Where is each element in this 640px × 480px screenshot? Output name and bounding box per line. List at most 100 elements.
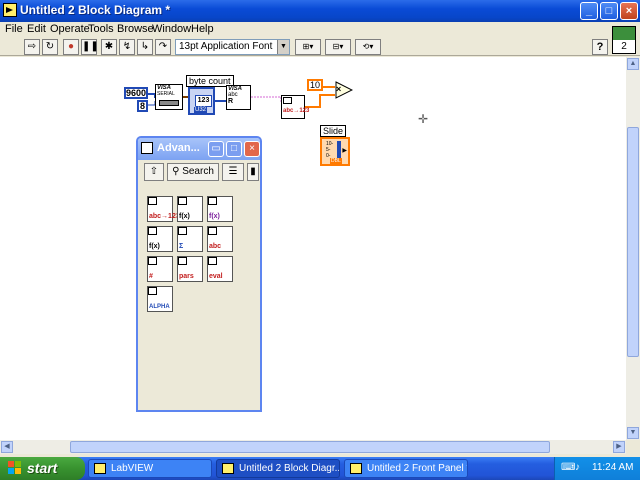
align-objects-dropdown[interactable]: ⊞▾ (295, 39, 321, 55)
vertical-scroll-thumb[interactable] (627, 127, 639, 357)
palette-options-button[interactable]: ☰ (222, 163, 244, 181)
byte-count-value: 123 (195, 95, 212, 107)
highlight-execution-icon[interactable]: ✱ (101, 39, 117, 55)
string-to-number-node[interactable]: abc→123 (281, 95, 309, 119)
start-button[interactable]: start (0, 457, 85, 480)
palette-maximize-button[interactable]: □ (226, 141, 242, 157)
databits-wire (148, 101, 156, 106)
palette-restore-button[interactable]: ▭ (208, 141, 224, 157)
run-arrow-icon[interactable]: ⇨ (24, 39, 40, 55)
path-function-icon[interactable]: f(x) (147, 226, 173, 252)
scroll-left-icon[interactable]: ◀ (1, 441, 13, 453)
number-wire (305, 94, 335, 108)
string-number-conversion-icon[interactable]: abc→123 (147, 196, 180, 222)
alpha-icon[interactable]: ALPHA (147, 286, 173, 312)
slide-ticks: 10- 5- 0- (326, 141, 334, 159)
block-diagram-canvas[interactable]: 9600 8 VISA SERIAL byte count 123 U32 VI… (0, 57, 626, 440)
menu-window[interactable]: Window (152, 23, 191, 35)
task-labview[interactable]: LabVIEW (88, 459, 212, 478)
chevron-down-icon: ▼ (277, 40, 289, 54)
byte-count-control[interactable]: 123 U32 (188, 87, 215, 115)
eval-icon[interactable]: eval (207, 256, 233, 282)
task-front-panel[interactable]: Untitled 2 Front Panel * (344, 459, 468, 478)
palette-close-button[interactable]: × (244, 141, 260, 157)
positioning-cursor-icon: ✛ (418, 112, 429, 126)
palette-title: Advan... (157, 142, 200, 154)
graph-function-icon[interactable]: f(x) (207, 196, 233, 222)
vertical-scrollbar[interactable]: ▲ ▼ (626, 57, 640, 440)
maximize-button[interactable]: □ (600, 2, 618, 20)
horizontal-scroll-thumb[interactable] (70, 441, 550, 453)
palette-title-bar[interactable]: Advan... ▭ □ × (138, 138, 260, 160)
window-title: Untitled 2 Block Diagram * (20, 3, 171, 17)
labview-window: Untitled 2 Block Diagram * _ □ × File Ed… (0, 0, 640, 457)
slide-label[interactable]: Slide (320, 125, 347, 137)
visa-configure-serial-node[interactable]: VISA SERIAL (155, 84, 183, 110)
scroll-up-icon[interactable]: ▲ (627, 58, 639, 70)
serial-label: SERIAL (157, 91, 175, 97)
scientific-function-icon[interactable]: Σ (177, 226, 203, 252)
horizontal-scrollbar[interactable]: ◀ ▶ (0, 440, 626, 454)
task-front-panel-label: Untitled 2 Front Panel * (367, 463, 468, 474)
search-icon: ⚲ (172, 166, 180, 177)
windows-flag-icon (8, 461, 22, 475)
block-diagram-task-icon (222, 463, 234, 474)
task-block-diagram[interactable]: Untitled 2 Block Diagr... (216, 459, 340, 478)
reorder-dropdown[interactable]: ⟲▾ (355, 39, 381, 55)
scroll-right-icon[interactable]: ▶ (613, 441, 625, 453)
vi-frame-icon (283, 97, 292, 104)
step-over-icon[interactable]: ↷ (155, 39, 171, 55)
palette-search-button[interactable]: ⚲ Search (167, 163, 219, 181)
font-select-value: 13pt Application Font (179, 41, 273, 52)
palette-more-button[interactable]: ▮ (247, 163, 259, 181)
formula-icon[interactable]: f(x) (177, 196, 203, 222)
palette-up-button[interactable]: ⇧ (144, 163, 164, 181)
palette-navbar: ⇧ ⚲ Search ☰ ▮ (144, 163, 262, 181)
distribute-objects-dropdown[interactable]: ⊟▾ (325, 39, 351, 55)
data-bits-constant[interactable]: 8 (137, 100, 148, 112)
menu-tools[interactable]: Tools (88, 23, 114, 35)
menu-operate[interactable]: Operate (50, 23, 90, 35)
visa-read-node[interactable]: VISA abc R (226, 85, 251, 110)
menu-file[interactable]: File (5, 23, 23, 35)
ten-constant[interactable]: 10 (307, 79, 323, 91)
context-help-button[interactable]: ? (592, 39, 608, 55)
pause-icon[interactable]: ❚❚ (81, 39, 99, 55)
toolbar: ⇨ ↻ ● ❚❚ ✱ ↯ ↳ ↷ 13pt Application Font ▼… (0, 38, 640, 56)
slide-bar (337, 141, 341, 159)
baud-wire (148, 93, 156, 98)
start-label: start (27, 460, 58, 476)
taskbar: start LabVIEW Untitled 2 Block Diagr... … (0, 457, 640, 480)
title-bar[interactable]: Untitled 2 Block Diagram * _ □ × (0, 0, 640, 22)
task-block-diagram-label: Untitled 2 Block Diagr... (239, 463, 340, 474)
menu-browse[interactable]: Browse (117, 23, 154, 35)
menu-help[interactable]: Help (191, 23, 214, 35)
labview-vi-icon (3, 3, 17, 17)
menu-edit[interactable]: Edit (27, 23, 46, 35)
parse-icon[interactable]: pars (177, 256, 203, 282)
abort-icon[interactable]: ● (63, 39, 79, 55)
front-panel-task-icon (350, 463, 362, 474)
baud-rate-constant[interactable]: 9600 (124, 87, 148, 99)
network-icon[interactable]: ⌨ (561, 462, 575, 473)
connector-pane-icon[interactable]: 2 (612, 26, 636, 54)
font-select[interactable]: 13pt Application Font ▼ (175, 39, 290, 55)
string-array-icon[interactable]: abc (207, 226, 233, 252)
palette-icon (141, 142, 153, 154)
functions-palette: Advan... ▭ □ × ⇧ ⚲ Search ☰ ▮ abc→123 f(… (136, 136, 262, 412)
minimize-button[interactable]: _ (580, 2, 598, 20)
slide-indicator[interactable]: 10- 5- 0- ▶ DBL (320, 137, 350, 166)
system-tray: ⌨ ♪ 11:24 AM (554, 457, 640, 480)
volume-icon[interactable]: ♪ (575, 462, 580, 473)
labview-task-icon (94, 463, 106, 474)
step-into-icon[interactable]: ↳ (137, 39, 153, 55)
scroll-down-icon[interactable]: ▼ (627, 427, 639, 439)
retain-wire-values-icon[interactable]: ↯ (119, 39, 135, 55)
multiply-icon: × (336, 84, 342, 94)
run-continuously-icon[interactable]: ↻ (42, 39, 58, 55)
close-button[interactable]: × (620, 2, 638, 20)
string-wire (251, 96, 282, 103)
visa-read-r: R (228, 98, 234, 105)
array-numeric-icon[interactable]: # (147, 256, 173, 282)
clock[interactable]: 11:24 AM (592, 462, 634, 473)
